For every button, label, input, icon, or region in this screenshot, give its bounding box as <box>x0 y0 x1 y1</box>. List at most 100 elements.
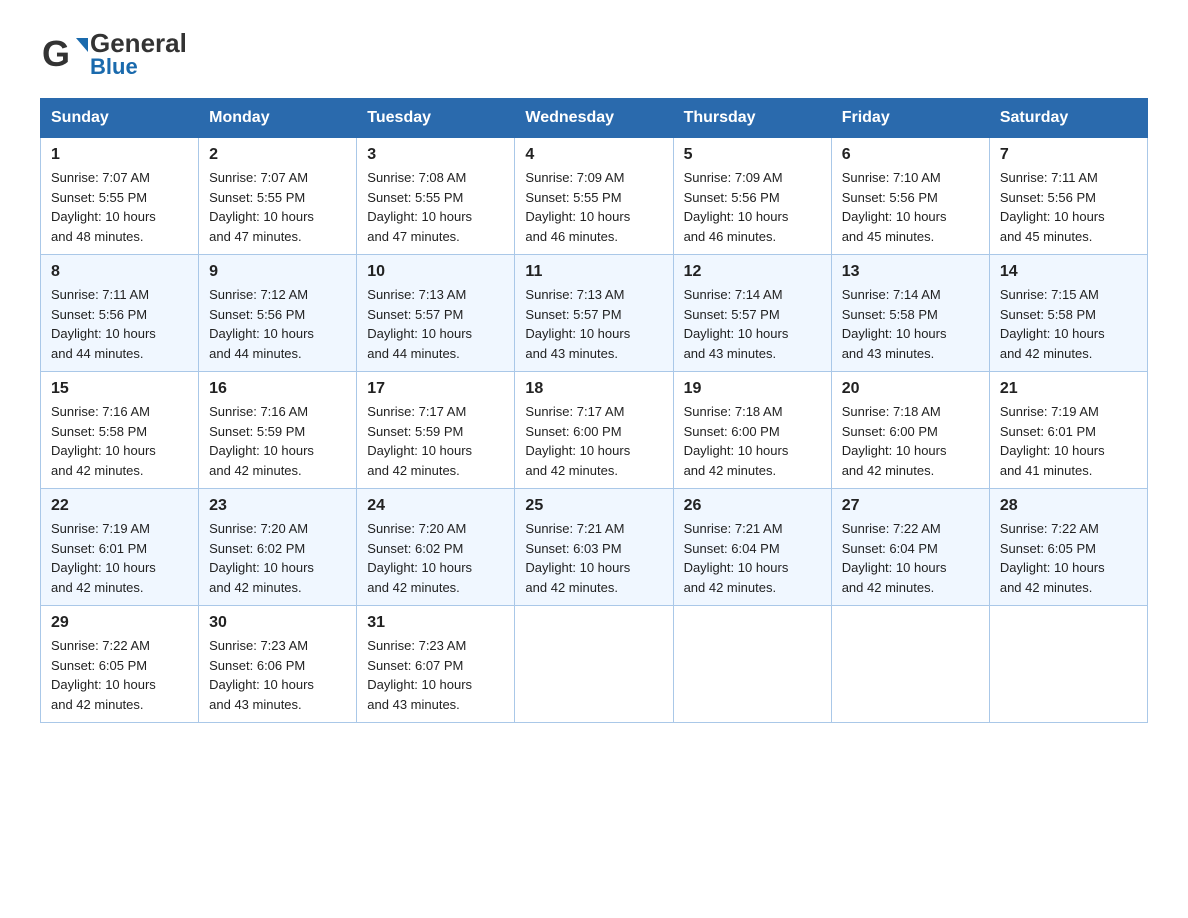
calendar-cell: 23 Sunrise: 7:20 AMSunset: 6:02 PMDayligh… <box>199 489 357 606</box>
calendar-cell: 14 Sunrise: 7:15 AMSunset: 5:58 PMDayligh… <box>989 255 1147 372</box>
day-info: Sunrise: 7:22 AMSunset: 6:04 PMDaylight:… <box>842 519 979 597</box>
day-info: Sunrise: 7:18 AMSunset: 6:00 PMDaylight:… <box>684 402 821 480</box>
day-number: 19 <box>684 380 821 398</box>
calendar-table: SundayMondayTuesdayWednesdayThursdayFrid… <box>40 98 1148 723</box>
day-number: 18 <box>525 380 662 398</box>
logo-general: General <box>90 30 187 56</box>
calendar-cell: 13 Sunrise: 7:14 AMSunset: 5:58 PMDayligh… <box>831 255 989 372</box>
day-number: 26 <box>684 497 821 515</box>
day-number: 1 <box>51 146 188 164</box>
calendar-cell: 11 Sunrise: 7:13 AMSunset: 5:57 PMDayligh… <box>515 255 673 372</box>
day-number: 23 <box>209 497 346 515</box>
calendar-cell: 4Sunrise: 7:09 AMSunset: 5:55 PMDaylight… <box>515 138 673 255</box>
day-number: 21 <box>1000 380 1137 398</box>
day-number: 31 <box>367 614 504 632</box>
weekday-header-tuesday: Tuesday <box>357 99 515 138</box>
day-info: Sunrise: 7:13 AMSunset: 5:57 PMDaylight:… <box>367 285 504 363</box>
day-number: 24 <box>367 497 504 515</box>
day-number: 3 <box>367 146 504 164</box>
day-number: 13 <box>842 263 979 281</box>
day-number: 9 <box>209 263 346 281</box>
weekday-header-saturday: Saturday <box>989 99 1147 138</box>
day-info: Sunrise: 7:16 AMSunset: 5:59 PMDaylight:… <box>209 402 346 480</box>
day-info: Sunrise: 7:09 AMSunset: 5:56 PMDaylight:… <box>684 168 821 246</box>
calendar-cell: 25Sunrise: 7:21 AMSunset: 6:03 PMDayligh… <box>515 489 673 606</box>
day-info: Sunrise: 7:07 AMSunset: 5:55 PMDaylight:… <box>209 168 346 246</box>
week-row-2: 8 Sunrise: 7:11 AMSunset: 5:56 PMDaylight… <box>41 255 1148 372</box>
day-info: Sunrise: 7:17 AMSunset: 5:59 PMDaylight:… <box>367 402 504 480</box>
calendar-cell <box>515 606 673 723</box>
calendar-cell: 1 Sunrise: 7:07 AMSunset: 5:55 PMDaylight… <box>41 138 199 255</box>
calendar-cell: 7 Sunrise: 7:11 AMSunset: 5:56 PMDaylight… <box>989 138 1147 255</box>
day-info: Sunrise: 7:17 AMSunset: 6:00 PMDaylight:… <box>525 402 662 480</box>
weekday-header-sunday: Sunday <box>41 99 199 138</box>
day-info: Sunrise: 7:11 AMSunset: 5:56 PMDaylight:… <box>1000 168 1137 246</box>
calendar-cell: 18 Sunrise: 7:17 AMSunset: 6:00 PMDayligh… <box>515 372 673 489</box>
day-info: Sunrise: 7:08 AMSunset: 5:55 PMDaylight:… <box>367 168 504 246</box>
svg-text:G: G <box>42 33 70 74</box>
day-number: 29 <box>51 614 188 632</box>
logo-icon: G <box>40 30 88 78</box>
calendar-cell: 16 Sunrise: 7:16 AMSunset: 5:59 PMDayligh… <box>199 372 357 489</box>
day-info: Sunrise: 7:11 AMSunset: 5:56 PMDaylight:… <box>51 285 188 363</box>
weekday-header-thursday: Thursday <box>673 99 831 138</box>
day-number: 2 <box>209 146 346 164</box>
day-info: Sunrise: 7:22 AMSunset: 6:05 PMDaylight:… <box>51 636 188 714</box>
calendar-cell <box>673 606 831 723</box>
day-info: Sunrise: 7:19 AMSunset: 6:01 PMDaylight:… <box>51 519 188 597</box>
day-info: Sunrise: 7:13 AMSunset: 5:57 PMDaylight:… <box>525 285 662 363</box>
week-row-3: 15Sunrise: 7:16 AMSunset: 5:58 PMDayligh… <box>41 372 1148 489</box>
day-number: 16 <box>209 380 346 398</box>
calendar-cell: 24Sunrise: 7:20 AMSunset: 6:02 PMDayligh… <box>357 489 515 606</box>
calendar-cell: 27 Sunrise: 7:22 AMSunset: 6:04 PMDayligh… <box>831 489 989 606</box>
logo-blue: Blue <box>90 56 187 78</box>
day-info: Sunrise: 7:15 AMSunset: 5:58 PMDaylight:… <box>1000 285 1137 363</box>
day-info: Sunrise: 7:14 AMSunset: 5:58 PMDaylight:… <box>842 285 979 363</box>
day-info: Sunrise: 7:23 AMSunset: 6:07 PMDaylight:… <box>367 636 504 714</box>
week-row-4: 22 Sunrise: 7:19 AMSunset: 6:01 PMDayligh… <box>41 489 1148 606</box>
day-number: 6 <box>842 146 979 164</box>
day-number: 8 <box>51 263 188 281</box>
logo: G General Blue <box>40 30 187 78</box>
day-number: 25 <box>525 497 662 515</box>
day-number: 27 <box>842 497 979 515</box>
day-number: 5 <box>684 146 821 164</box>
calendar-cell <box>989 606 1147 723</box>
day-info: Sunrise: 7:07 AMSunset: 5:55 PMDaylight:… <box>51 168 188 246</box>
day-info: Sunrise: 7:14 AMSunset: 5:57 PMDaylight:… <box>684 285 821 363</box>
calendar-cell: 20Sunrise: 7:18 AMSunset: 6:00 PMDayligh… <box>831 372 989 489</box>
week-row-5: 29 Sunrise: 7:22 AMSunset: 6:05 PMDayligh… <box>41 606 1148 723</box>
calendar-cell: 29 Sunrise: 7:22 AMSunset: 6:05 PMDayligh… <box>41 606 199 723</box>
calendar-cell: 19 Sunrise: 7:18 AMSunset: 6:00 PMDayligh… <box>673 372 831 489</box>
calendar-cell: 12 Sunrise: 7:14 AMSunset: 5:57 PMDayligh… <box>673 255 831 372</box>
calendar-cell: 8 Sunrise: 7:11 AMSunset: 5:56 PMDaylight… <box>41 255 199 372</box>
calendar-cell: 26 Sunrise: 7:21 AMSunset: 6:04 PMDayligh… <box>673 489 831 606</box>
day-info: Sunrise: 7:19 AMSunset: 6:01 PMDaylight:… <box>1000 402 1137 480</box>
day-number: 20 <box>842 380 979 398</box>
weekday-header-wednesday: Wednesday <box>515 99 673 138</box>
weekday-header-row: SundayMondayTuesdayWednesdayThursdayFrid… <box>41 99 1148 138</box>
day-number: 7 <box>1000 146 1137 164</box>
day-number: 15 <box>51 380 188 398</box>
calendar-cell: 31 Sunrise: 7:23 AMSunset: 6:07 PMDayligh… <box>357 606 515 723</box>
day-number: 30 <box>209 614 346 632</box>
day-info: Sunrise: 7:21 AMSunset: 6:04 PMDaylight:… <box>684 519 821 597</box>
calendar-cell: 21 Sunrise: 7:19 AMSunset: 6:01 PMDayligh… <box>989 372 1147 489</box>
calendar-cell: 2 Sunrise: 7:07 AMSunset: 5:55 PMDaylight… <box>199 138 357 255</box>
day-number: 14 <box>1000 263 1137 281</box>
weekday-header-monday: Monday <box>199 99 357 138</box>
day-info: Sunrise: 7:10 AMSunset: 5:56 PMDaylight:… <box>842 168 979 246</box>
page-header: G General Blue <box>40 30 1148 78</box>
calendar-cell: 9Sunrise: 7:12 AMSunset: 5:56 PMDaylight… <box>199 255 357 372</box>
calendar-cell: 3 Sunrise: 7:08 AMSunset: 5:55 PMDaylight… <box>357 138 515 255</box>
day-number: 22 <box>51 497 188 515</box>
day-number: 4 <box>525 146 662 164</box>
day-number: 12 <box>684 263 821 281</box>
day-info: Sunrise: 7:20 AMSunset: 6:02 PMDaylight:… <box>209 519 346 597</box>
calendar-cell: 15Sunrise: 7:16 AMSunset: 5:58 PMDayligh… <box>41 372 199 489</box>
day-number: 10 <box>367 263 504 281</box>
day-number: 11 <box>525 263 662 281</box>
calendar-cell: 10 Sunrise: 7:13 AMSunset: 5:57 PMDayligh… <box>357 255 515 372</box>
calendar-cell: 28Sunrise: 7:22 AMSunset: 6:05 PMDayligh… <box>989 489 1147 606</box>
week-row-1: 1 Sunrise: 7:07 AMSunset: 5:55 PMDaylight… <box>41 138 1148 255</box>
